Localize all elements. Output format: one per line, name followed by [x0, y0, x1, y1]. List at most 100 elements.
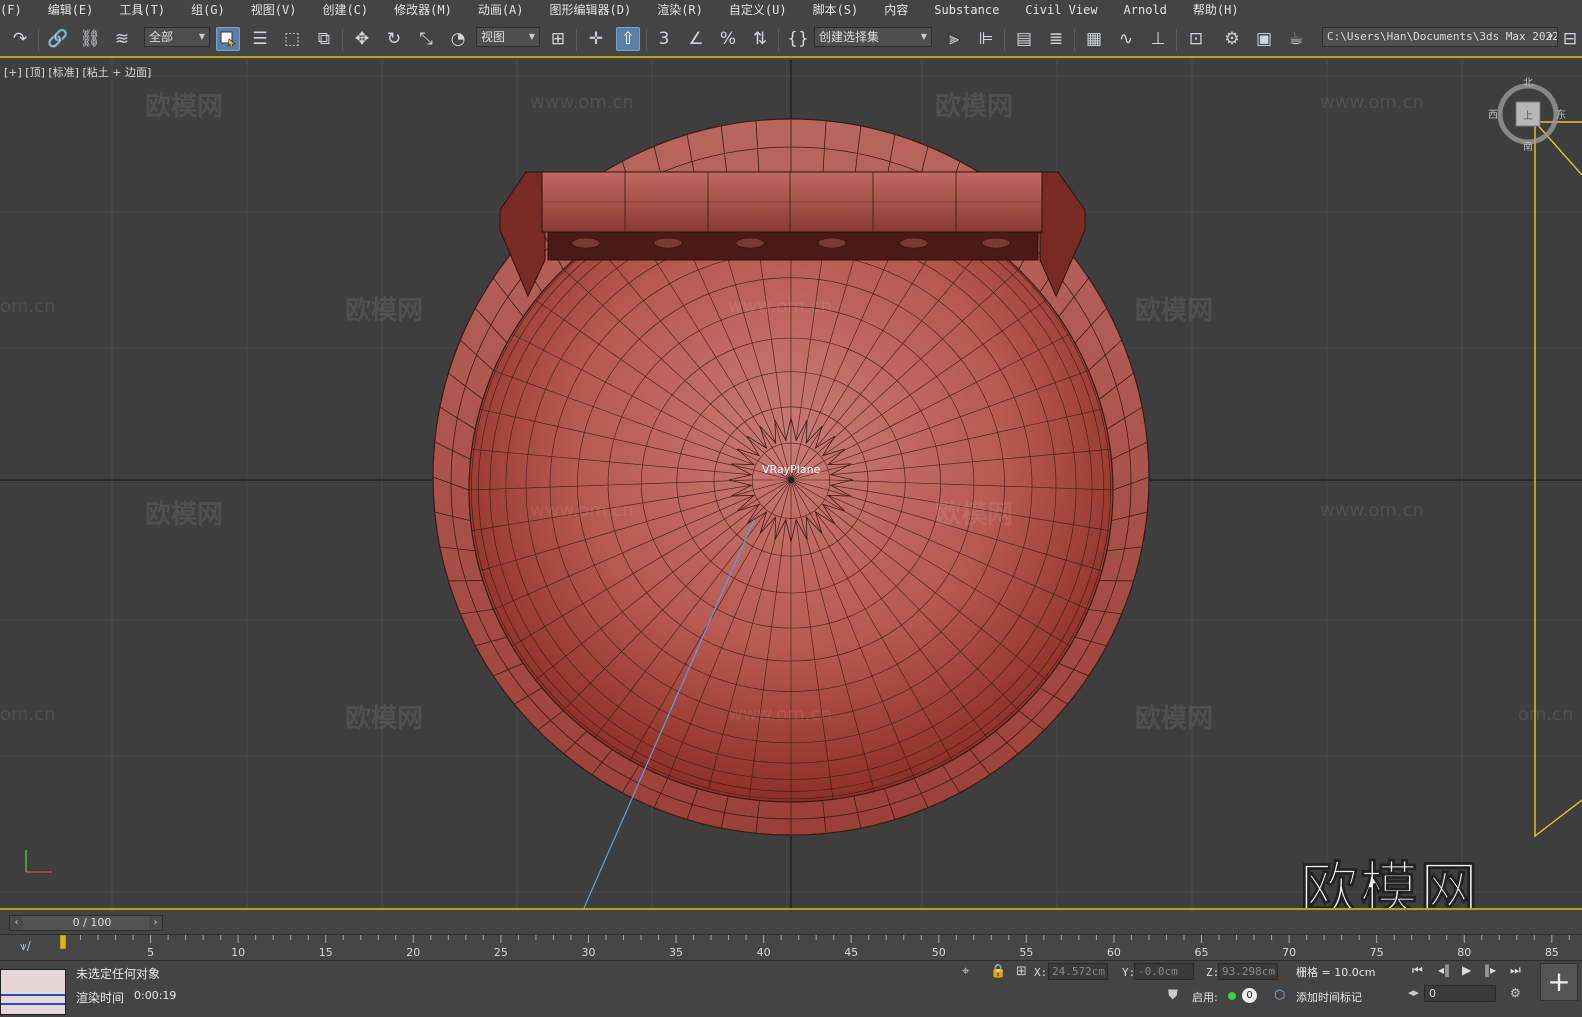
time-slider[interactable]: ‹ 0 / 100 ›: [9, 915, 163, 931]
viewcube-top-face[interactable]: 上: [1523, 107, 1533, 122]
object-pivot: [788, 477, 794, 483]
unlink-selection-icon[interactable]: ⛓: [78, 27, 102, 51]
spinner-snap-icon[interactable]: ⇅: [748, 27, 772, 51]
status-indicator-icon: [1228, 992, 1236, 1000]
track-bar[interactable]: ⩛∕ 5 10 15 20 25 30 35 40 45 50 55 60 65 70 75 80 85: [0, 934, 1582, 960]
rectangular-selection-icon[interactable]: ⬚: [280, 27, 304, 51]
watermark: 欧模网: [935, 92, 1014, 122]
time-tag-icon[interactable]: ⬡: [1274, 988, 1285, 1003]
selection-filter-dropdown[interactable]: 全部 ▼: [144, 27, 210, 47]
x-coord-field[interactable]: 24.572cm: [1048, 963, 1108, 980]
project-path-dropdown[interactable]: C:\Users\Han\Documents\3ds Max 2022 ▼: [1322, 27, 1558, 47]
align-icon[interactable]: ⊫: [974, 27, 998, 51]
menu-scripting[interactable]: 脚本(S): [800, 0, 872, 20]
add-time-tag[interactable]: 添加时间标记: [1296, 989, 1362, 1005]
curve-editor-icon[interactable]: ∿: [1114, 27, 1138, 51]
viewcube[interactable]: 北 西 东 南 上: [1488, 78, 1566, 153]
select-and-link-icon[interactable]: 🔗: [46, 27, 70, 51]
viewcube-east[interactable]: 东: [1556, 106, 1566, 121]
select-and-move-icon[interactable]: ✥: [350, 27, 374, 51]
watermark: 欧模网: [145, 92, 224, 122]
render-time-value: 0:00:19: [134, 989, 177, 1002]
menu-customize[interactable]: 自定义(U): [716, 0, 800, 20]
next-key-icon[interactable]: ‖▸: [1484, 963, 1496, 977]
project-folder-icon[interactable]: ⊟: [1560, 27, 1580, 51]
named-selection-dropdown[interactable]: 创建选择集 ▼: [814, 27, 932, 47]
select-by-name-icon[interactable]: ☰: [248, 27, 272, 51]
top-viewport[interactable]: [+] [顶] [标准] [粘土 + 边面] 欧模网 www.om.cn 欧模网…: [0, 60, 1582, 908]
maxscript-mini-listener[interactable]: [0, 969, 66, 1015]
select-object-icon[interactable]: [216, 27, 240, 51]
menu-rendering[interactable]: 渲染(R): [644, 0, 716, 20]
current-frame-field[interactable]: 0: [1424, 985, 1496, 1002]
previous-frame-icon[interactable]: ‹: [10, 916, 23, 930]
render-production-icon[interactable]: ☕: [1284, 27, 1308, 51]
toggle-layer-explorer-icon[interactable]: ≣: [1044, 27, 1068, 51]
menu-file[interactable]: (F): [0, 0, 35, 20]
menu-civil-view[interactable]: Civil View: [1012, 0, 1110, 20]
frame-tick-label: 55: [1019, 946, 1033, 959]
rendered-frame-window-icon[interactable]: ▣: [1252, 27, 1276, 51]
viewport-navigation-plus-button[interactable]: +: [1540, 963, 1578, 1001]
selection-lock-icon[interactable]: 🔒: [990, 964, 1006, 979]
menu-create[interactable]: 创建(C): [309, 0, 381, 20]
viewcube-north[interactable]: 北: [1523, 74, 1533, 89]
menu-modifiers[interactable]: 修改器(M): [381, 0, 465, 20]
named-selection-value: 创建选择集: [819, 30, 880, 44]
snaps-toggle-icon[interactable]: 3: [652, 27, 676, 51]
frame-tick-label: 35: [669, 946, 683, 959]
menu-substance[interactable]: Substance: [921, 0, 1012, 20]
menu-arnold[interactable]: Arnold: [1111, 0, 1180, 20]
menu-group[interactable]: 组(G): [178, 0, 238, 20]
window-crossing-icon[interactable]: ⧉: [312, 27, 336, 51]
mirror-icon[interactable]: ⫸: [942, 27, 966, 51]
time-slider-bar: ‹ 0 / 100 ›: [0, 908, 1582, 934]
viewport-canvas: [0, 60, 1582, 908]
go-to-end-icon[interactable]: ⏭: [1510, 963, 1521, 978]
watermark-url: om.cn: [1518, 704, 1574, 725]
edit-named-selection-icon[interactable]: {}: [786, 27, 810, 51]
menu-graph-editors[interactable]: 图形编辑器(D): [537, 0, 645, 20]
percent-snap-icon[interactable]: %: [716, 27, 740, 51]
menu-views[interactable]: 视图(V): [238, 0, 310, 20]
select-and-place-icon[interactable]: ◔: [446, 27, 470, 51]
adaptive-degradation-icon[interactable]: ⛊: [1168, 988, 1178, 1003]
toggle-scene-explorer-icon[interactable]: ▤: [1012, 27, 1036, 51]
select-and-scale-icon[interactable]: ⤡: [414, 27, 438, 51]
frame-tick-label: 45: [844, 946, 858, 959]
viewport-label-menu[interactable]: [+] [顶] [标准] [粘土 + 边面]: [4, 64, 151, 80]
toggle-ribbon-icon[interactable]: ▦: [1082, 27, 1106, 51]
watermark-url: www.om.cn: [1320, 500, 1424, 521]
redo-icon[interactable]: ↷: [8, 27, 32, 51]
select-and-rotate-icon[interactable]: ↻: [382, 27, 406, 51]
select-manipulate-icon[interactable]: ✛: [584, 27, 608, 51]
previous-key-icon[interactable]: ◂‖: [1438, 963, 1450, 977]
key-mode-toggle-icon[interactable]: ◂▸: [1408, 986, 1419, 999]
material-editor-icon[interactable]: ⊡: [1184, 27, 1208, 51]
frame-tick-label: 20: [406, 946, 420, 959]
menu-content[interactable]: 内容: [871, 0, 921, 20]
render-setup-icon[interactable]: ⚙: [1220, 27, 1244, 51]
isolate-selection-icon[interactable]: ⌖: [962, 964, 969, 979]
time-configuration-icon[interactable]: ⚙: [1510, 986, 1521, 1000]
next-frame-icon[interactable]: ›: [149, 916, 162, 930]
go-to-start-icon[interactable]: ⏮: [1412, 963, 1423, 978]
keyboard-shortcut-override-icon[interactable]: ⇧: [616, 27, 640, 51]
angle-snap-icon[interactable]: ∠: [684, 27, 708, 51]
menu-edit[interactable]: 编辑(E): [35, 0, 107, 20]
y-coord-field[interactable]: -0.0cm: [1134, 963, 1194, 980]
play-icon[interactable]: ▶: [1462, 963, 1471, 977]
z-coord-field[interactable]: 93.298cm: [1218, 963, 1278, 980]
menu-animation[interactable]: 动画(A): [465, 0, 537, 20]
menu-help[interactable]: 帮助(H): [1180, 0, 1252, 20]
menu-tools[interactable]: 工具(T): [106, 0, 178, 20]
selection-status: 未选定任何对象: [76, 967, 161, 981]
bind-to-space-warp-icon[interactable]: ≋: [110, 27, 134, 51]
viewcube-west[interactable]: 西: [1488, 106, 1498, 121]
reference-coordinate-dropdown[interactable]: 视图 ▼: [476, 27, 540, 47]
pivot-center-icon[interactable]: ⊞: [546, 27, 570, 51]
absolute-mode-icon[interactable]: ⊞: [1016, 964, 1027, 979]
viewcube-south[interactable]: 南: [1523, 138, 1533, 153]
schematic-view-icon[interactable]: ⊥: [1146, 27, 1170, 51]
object-name-label: VRayPlane: [762, 463, 821, 476]
